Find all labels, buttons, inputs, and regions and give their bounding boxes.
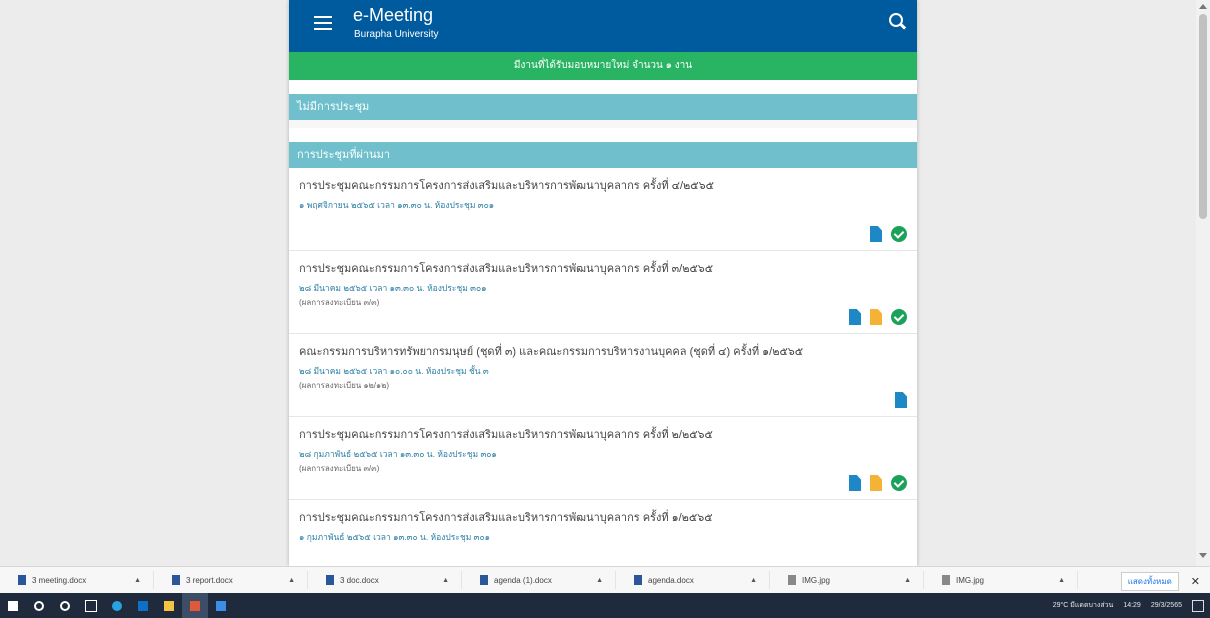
windows-taskbar: 29°C มีแดดบางส่วน 14:29 29/3/2565 [0,593,1210,618]
download-filename: 3 report.docx [186,575,233,585]
meeting-title[interactable]: การประชุมคณะกรรมการโครงการส่งเสริมและบริ… [299,259,907,277]
menu-icon[interactable] [314,16,332,30]
download-filename: 3 doc.docx [340,575,379,585]
document-icon[interactable] [870,226,882,242]
meeting-title[interactable]: การประชุมคณะกรรมการโครงการส่งเสริมและบริ… [299,508,907,526]
download-filename: agenda (1).docx [494,575,552,585]
word-file-icon [634,575,642,585]
download-item[interactable]: 3 meeting.docx ▲ [0,571,154,589]
cortana-icon[interactable] [52,593,78,618]
check-icon[interactable] [891,475,907,491]
no-meeting-section: ไม่มีการประชุม [289,94,917,120]
word-file-icon [172,575,180,585]
download-filename: IMG.jpg [802,575,831,585]
image-file-icon [788,575,796,585]
task-view-icon[interactable] [78,593,104,618]
browser-viewport: e-Meeting Burapha University มีงานที่ได้… [0,0,1210,566]
clock-time[interactable]: 14:29 [1123,602,1141,609]
past-meetings-section: การประชุมที่ผ่านมา [289,142,917,168]
meeting-date: ๑ กุมภาพันธ์ ๒๕๖๕ เวลา ๑๓.๓๐ น. ห้องประช… [299,532,491,542]
show-all-downloads-button[interactable]: แสดงทั้งหมด [1120,572,1179,591]
meeting-date: ๑ พฤศจิกายน ๒๕๖๕ เวลา ๑๓.๓๐ น. ห้องประชุ… [299,200,495,210]
image-file-icon [942,575,950,585]
meeting-date: ๒๘ มีนาคม ๒๕๖๕ เวลา ๑๓.๓๐ น. ห้องประชุม … [299,283,487,293]
search-icon[interactable] [26,593,52,618]
edge-icon[interactable] [104,593,130,618]
meeting-title[interactable]: คณะกรรมการบริหารทรัพยากรมนุษย์ (ชุดที่ ๓… [299,342,907,360]
search-icon[interactable] [889,13,907,30]
meeting-date: ๒๘ กุมภาพันธ์ ๒๕๖๕ เวลา ๑๓.๓๐ น. ห้องประ… [299,449,497,459]
app-icon[interactable] [208,593,234,618]
notification-icon[interactable] [1192,599,1204,612]
chevron-up-icon[interactable]: ▲ [750,577,757,584]
chevron-up-icon[interactable]: ▲ [442,577,449,584]
meeting-item[interactable]: คณะกรรมการบริหารทรัพยากรมนุษย์ (ชุดที่ ๓… [289,334,917,417]
meeting-item[interactable]: การประชุมคณะกรรมการโครงการส่งเสริมและบริ… [289,417,917,500]
document-icon[interactable] [849,475,861,491]
meeting-title[interactable]: การประชุมคณะกรรมการโครงการส่งเสริมและบริ… [299,176,907,194]
clock-date[interactable]: 29/3/2565 [1151,602,1182,609]
download-item[interactable]: agenda (1).docx ▲ [462,571,616,589]
app-title: e-Meeting [353,5,434,25]
close-download-bar-button[interactable]: ✕ [1191,575,1200,588]
app-icon[interactable] [182,593,208,618]
chevron-up-icon[interactable]: ▲ [904,577,911,584]
chevron-up-icon[interactable]: ▲ [288,577,295,584]
word-file-icon [18,575,26,585]
meeting-date: ๒๘ มีนาคม ๒๕๖๕ เวลา ๑๐.๐๐ น. ห้องประชุม … [299,366,489,376]
meeting-note: (ผลการลงทะเบียน ๑๒/๑๒) [299,381,390,390]
e-meeting-app: e-Meeting Burapha University มีงานที่ได้… [289,0,917,566]
check-icon[interactable] [891,226,907,242]
word-file-icon [326,575,334,585]
scroll-down-arrow-icon[interactable] [1199,553,1207,558]
chevron-up-icon[interactable]: ▲ [1058,577,1065,584]
meeting-item[interactable]: การประชุมคณะกรรมการโครงการส่งเสริมและบริ… [289,251,917,334]
document-icon[interactable] [849,309,861,325]
weather-status[interactable]: 29°C มีแดดบางส่วน [1053,600,1114,611]
meeting-note: (ผลการลงทะเบียน ๓/๓) [299,464,380,473]
store-icon[interactable] [130,593,156,618]
download-filename: IMG.jpg [956,575,985,585]
meeting-note: (ผลการลงทะเบียน ๓/๓) [299,298,380,307]
download-filename: agenda.docx [648,575,694,585]
scroll-up-arrow-icon[interactable] [1199,4,1207,9]
minutes-document-icon[interactable] [870,309,882,325]
download-bar: 3 meeting.docx ▲ 3 report.docx ▲ 3 doc.doc… [0,566,1210,593]
assignment-notice[interactable]: มีงานที่ได้รับมอบหมายใหม่ จำนวน ๑ งาน [289,52,917,80]
document-icon[interactable] [895,392,907,408]
scroll-thumb[interactable] [1199,14,1207,219]
minutes-document-icon[interactable] [870,475,882,491]
file-explorer-icon[interactable] [156,593,182,618]
app-header: e-Meeting Burapha University [289,0,917,52]
app-subtitle: Burapha University [354,29,439,40]
check-icon[interactable] [891,309,907,325]
download-filename: 3 meeting.docx [32,575,87,585]
meeting-title[interactable]: การประชุมคณะกรรมการโครงการส่งเสริมและบริ… [299,425,907,443]
page-scrollbar[interactable] [1196,0,1210,566]
download-item[interactable]: IMG.jpg ▲ [924,571,1078,589]
windows-start-icon[interactable] [0,593,26,618]
meeting-item[interactable]: การประชุมคณะกรรมการโครงการส่งเสริมและบริ… [289,168,917,251]
empty-space [289,120,917,128]
download-item[interactable]: 3 report.docx ▲ [154,571,308,589]
word-file-icon [480,575,488,585]
chevron-up-icon[interactable]: ▲ [596,577,603,584]
download-item[interactable]: 3 doc.docx ▲ [308,571,462,589]
chevron-up-icon[interactable]: ▲ [134,577,141,584]
meeting-item[interactable]: การประชุมคณะกรรมการโครงการส่งเสริมและบริ… [289,500,917,566]
download-item[interactable]: agenda.docx ▲ [616,571,770,589]
download-item[interactable]: IMG.jpg ▲ [770,571,924,589]
